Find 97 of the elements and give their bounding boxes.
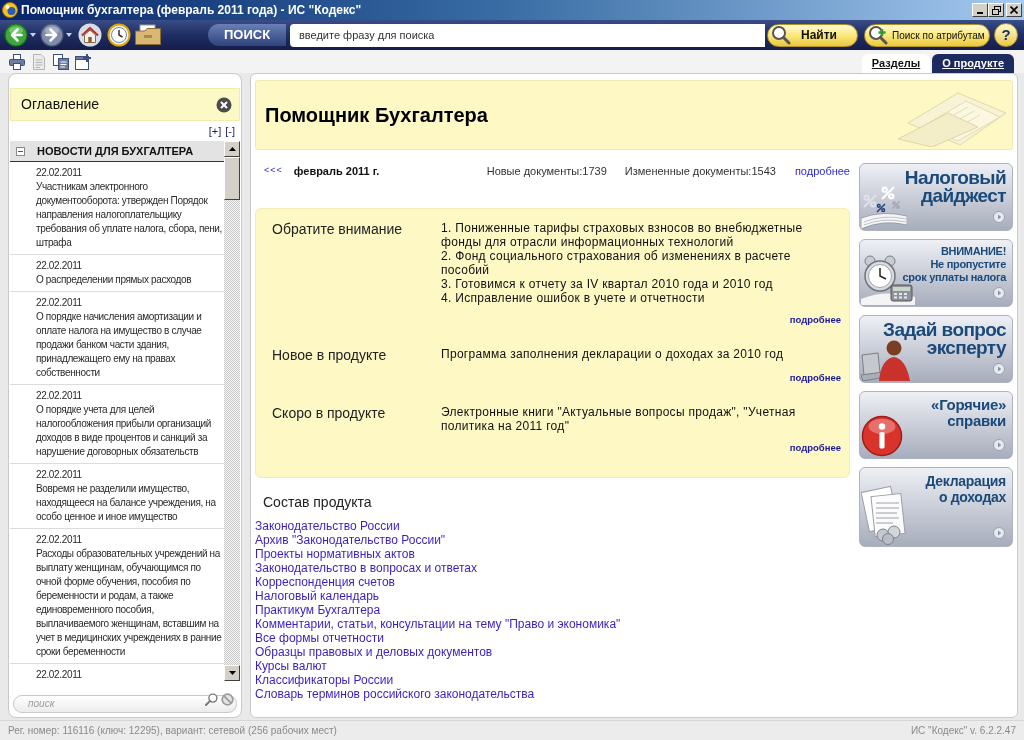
notice-text: 4. Исправление ошибок в учете и отчетности xyxy=(441,291,706,305)
arrow-circle-icon xyxy=(993,363,1005,375)
attribute-search-button[interactable]: Поиск по атрибутам xyxy=(864,23,990,47)
news-link[interactable]: О порядке начисления амортизации и оплате налога на имущество в случае продажи банком части здания, принадлежащего ему на правах собственности xyxy=(36,310,223,380)
more-link[interactable]: подробнее xyxy=(789,314,841,325)
arrow-circle-icon xyxy=(993,211,1005,223)
page-title: Помощник Бухгалтера xyxy=(265,103,488,128)
collapse-icon[interactable] xyxy=(16,146,25,156)
news-link[interactable]: О распределении прямых расходов xyxy=(36,273,223,287)
news-date: 22.02.2011 xyxy=(36,389,82,403)
folder-icon[interactable] xyxy=(134,23,162,47)
product-link[interactable]: Корреспонденция счетов xyxy=(255,575,395,589)
minimize-button[interactable] xyxy=(972,3,988,17)
new-window-icon[interactable] xyxy=(75,53,91,70)
product-link[interactable]: Комментарии, статьи, консультации на тему "Право и экономика" xyxy=(255,617,621,631)
product-link[interactable]: Налоговый календарь xyxy=(255,589,380,603)
caret-icon[interactable] xyxy=(30,33,36,37)
product-link[interactable]: Проекты нормативных актов xyxy=(255,547,415,561)
window-title: Помощник бухгалтера (февраль 2011 года) - ИС "Кодекс" xyxy=(21,2,362,19)
promo-banner[interactable]: Задай вопрос эксперту xyxy=(859,315,1013,383)
notice-text: 3. Готовимся к отчету за IV квартал 2010 года и 2010 год xyxy=(441,277,774,291)
product-link[interactable]: Словарь терминов российского законодательства xyxy=(255,687,535,701)
cancel-icon[interactable] xyxy=(221,692,234,706)
search-label: ПОИСК xyxy=(208,24,286,46)
news-date: 22.02.2011 xyxy=(36,533,82,547)
search-icon xyxy=(771,25,791,45)
arrow-circle-icon xyxy=(993,527,1005,539)
product-link[interactable]: Классификаторы России xyxy=(255,673,394,687)
promo-banner[interactable]: Декларация о доходах xyxy=(859,467,1013,547)
product-link[interactable]: Все формы отчетности xyxy=(255,631,384,645)
product-link[interactable]: Архив "Законодательство России" xyxy=(255,533,446,547)
previous-link[interactable]: <<< xyxy=(264,164,283,178)
more-link[interactable]: подробнее xyxy=(789,372,841,383)
percent-signs-icon xyxy=(861,183,907,229)
search-field[interactable]: введите фразу для поиска xyxy=(290,23,765,47)
clock-icon[interactable] xyxy=(107,23,131,47)
sidebar-title: Оглавление xyxy=(21,95,100,114)
news-link[interactable]: Участникам электронного документооборота: утвержден Порядок направления налогоплательщику требования об уплате налога, сбора, пени, штрафа xyxy=(36,180,223,250)
scrollbar-thumb[interactable] xyxy=(224,157,240,200)
restore-button[interactable] xyxy=(988,3,1004,17)
changed-documents-count: Измененные документы:1543 xyxy=(624,163,776,179)
notice-text: 1. Пониженные тарифы страховых взносов во внебюджетные фонды для отрасли информационных технологий xyxy=(441,221,804,249)
restore-icon xyxy=(991,5,1001,15)
notice-heading: Скоро в продукте xyxy=(272,405,386,421)
tab[interactable]: О продукте xyxy=(932,54,1014,73)
info-icon xyxy=(861,415,903,457)
close-icon[interactable] xyxy=(216,96,232,113)
registration-info: Рег. номер: 116116 (ключ: 12295), вариант: сетевой (256 рабочих мест) xyxy=(8,724,337,738)
copy-icon[interactable] xyxy=(53,53,69,70)
news-link[interactable]: Вовремя не разделили имущество, находящееся на балансе учреждения, на особо ценное и иное имущество xyxy=(36,482,223,524)
section-header[interactable]: НОВОСТИ ДЛЯ БУХГАЛТЕРА xyxy=(10,141,224,162)
collapse-all-link[interactable]: [-] xyxy=(225,124,235,138)
news-date: 22.02.2011 xyxy=(36,259,82,273)
arrow-circle-icon xyxy=(993,287,1005,299)
news-date: 22.02.2011 xyxy=(36,668,82,681)
tab[interactable]: Разделы xyxy=(861,54,931,73)
news-date: 22.02.2011 xyxy=(36,296,82,310)
scroll-up-button[interactable] xyxy=(224,141,240,157)
caret-icon[interactable] xyxy=(66,33,72,37)
promo-banner[interactable]: Налоговый дайджест xyxy=(859,163,1013,231)
news-link[interactable]: Расходы образовательных учреждений на выплату женщинам, обучающимся по очной форме обучения, пособия по беременности и родам, а также единовременного пособия, выплачиваемого женщинам, вставшим на учет в медицинских учреждениях в ранние сроки беременности xyxy=(36,547,223,659)
section-heading: Состав продукта xyxy=(263,494,372,510)
find-button[interactable]: Найти xyxy=(767,23,858,47)
news-link[interactable]: О порядке учета для целей налогообложения прибыли организаций доходов в виде процентов и санкций за нарушение договорных обязательств xyxy=(36,403,223,459)
close-button[interactable] xyxy=(1006,3,1022,17)
news-date: 22.02.2011 xyxy=(36,468,82,482)
notice-text: Программа заполнения декларации о доходах за 2010 год xyxy=(441,347,785,361)
notice-heading: Новое в продукте xyxy=(272,347,387,363)
expand-all-link[interactable]: [+] xyxy=(208,124,222,138)
search-plus-icon xyxy=(868,25,888,45)
notice-text: 2. Фонд социального страхования об изменениях в расчете пособий xyxy=(441,249,792,277)
down-arrow-icon xyxy=(228,671,236,675)
scroll-down-button[interactable] xyxy=(224,665,240,681)
help-button[interactable]: ? xyxy=(994,23,1018,47)
product-link[interactable]: Законодательство России xyxy=(255,519,400,533)
search-icon[interactable] xyxy=(205,692,218,706)
more-link[interactable]: подробнее xyxy=(794,162,850,180)
news-date: 22.02.2011 xyxy=(36,166,82,180)
more-link[interactable]: подробнее xyxy=(789,442,841,453)
product-link[interactable]: Законодательство в вопросах и ответах xyxy=(255,561,478,575)
period-label: февраль 2011 г. xyxy=(293,163,380,179)
promo-banner[interactable]: ВНИМАНИЕ! Не пропустите срок уплаты налога xyxy=(859,239,1013,307)
printer-icon[interactable] xyxy=(9,53,25,70)
promo-banner[interactable]: «Горячие» справки xyxy=(859,391,1013,459)
product-link[interactable]: Образцы правовых и деловых документов xyxy=(255,645,493,659)
product-link[interactable]: Практикум Бухгалтера xyxy=(255,603,381,617)
notice-heading: Обратите внимание xyxy=(272,221,403,237)
up-arrow-icon xyxy=(228,147,236,151)
app-icon xyxy=(2,2,18,18)
version-info: ИС "Кодекс" v. 6.2.2.47 xyxy=(910,724,1016,738)
notice-text: Электронные книги "Актуальные вопросы продаж", "Учетная политика на 2011 год" xyxy=(441,405,797,433)
home-icon[interactable] xyxy=(78,23,102,47)
arrow-circle-icon xyxy=(993,439,1005,451)
product-link[interactable]: Курсы валют xyxy=(255,659,327,673)
new-documents-count: Новые документы:1739 xyxy=(486,163,607,179)
close-icon xyxy=(1010,6,1018,14)
search-field[interactable]: поиск xyxy=(13,694,237,713)
